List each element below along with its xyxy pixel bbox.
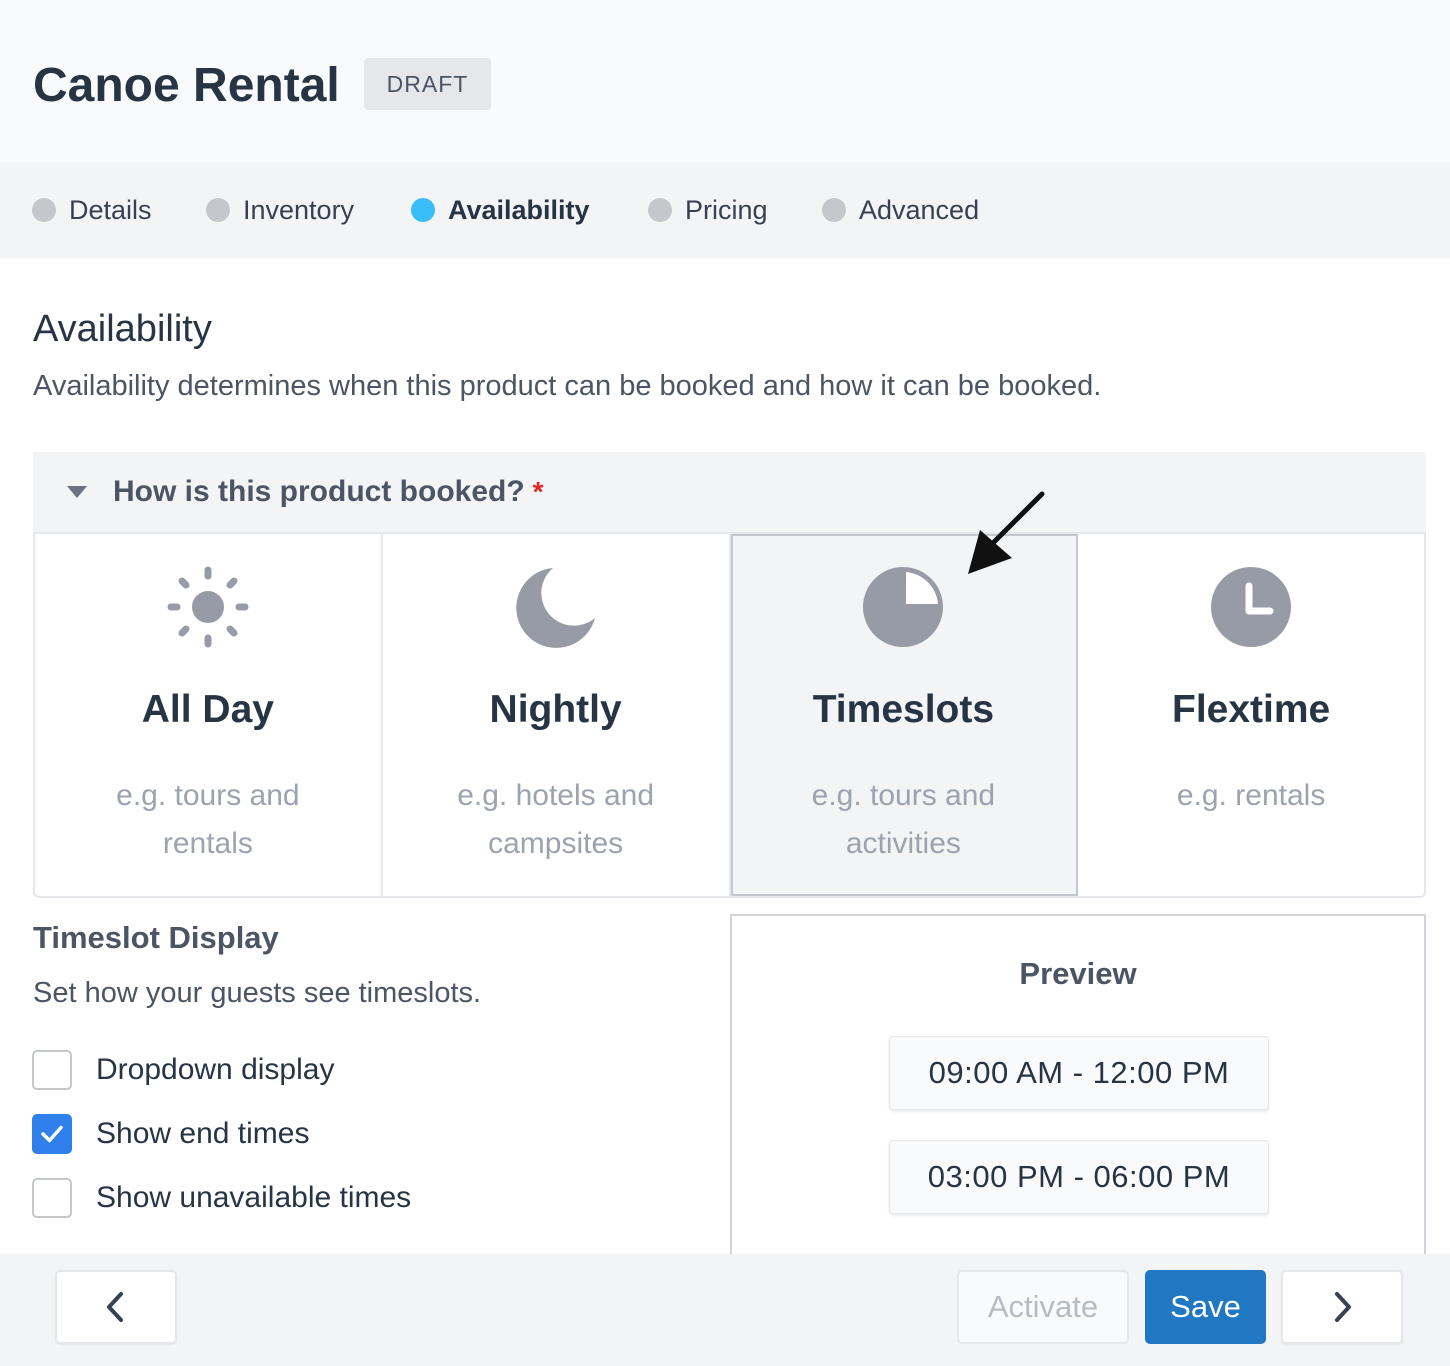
step-label: Pricing [685, 194, 768, 225]
step-label: Details [69, 194, 152, 225]
timeslot-display-title: Timeslot Display [33, 920, 279, 955]
step-details[interactable]: Details [32, 162, 152, 258]
option-title: Flextime [1172, 688, 1331, 731]
step-dot-icon [32, 198, 56, 222]
pointer-arrow-icon [968, 491, 1045, 574]
option-nightly[interactable]: Nightly e.g. hotels and campsites [383, 534, 731, 896]
status-badge: DRAFT [364, 58, 491, 110]
step-dot-icon [822, 198, 846, 222]
save-button[interactable]: Save [1145, 1270, 1266, 1344]
booking-type-options: All Day e.g. tours and rentals Nightly e… [33, 532, 1426, 898]
dropdown-display-option[interactable]: Dropdown display [32, 1050, 334, 1090]
preview-timeslot[interactable]: 03:00 PM - 06:00 PM [889, 1140, 1269, 1214]
preview-panel: Preview 09:00 AM - 12:00 PM 03:00 PM - 0… [730, 914, 1426, 1254]
section-title: Availability [33, 308, 212, 350]
page-title: Canoe Rental [33, 59, 340, 112]
next-button[interactable] [1281, 1270, 1403, 1344]
step-label: Advanced [859, 194, 980, 225]
option-subtitle: e.g. hotels and campsites [457, 779, 655, 860]
option-timeslots[interactable]: Timeslots e.g. tours and activities [730, 534, 1079, 896]
step-pricing[interactable]: Pricing [648, 162, 768, 258]
show-unavailable-times-checkbox[interactable] [32, 1178, 72, 1218]
question-label: How is this product booked? [113, 475, 525, 508]
pie-clock-icon [863, 567, 944, 647]
activate-button[interactable]: Activate [957, 1270, 1129, 1344]
option-title: Nightly [489, 688, 622, 731]
step-dot-icon [648, 198, 672, 222]
option-subtitle: e.g. tours and activities [811, 779, 996, 860]
chevron-right-icon [1335, 1292, 1351, 1322]
option-subtitle: e.g. tours and rentals [116, 779, 300, 860]
clock-icon [1211, 567, 1292, 647]
option-all-day[interactable]: All Day e.g. tours and rentals [35, 534, 383, 896]
checkbox-label: Show end times [96, 1117, 310, 1150]
checkmark-icon [41, 1125, 63, 1143]
required-marker: * [532, 476, 544, 507]
preview-timeslot[interactable]: 09:00 AM - 12:00 PM [889, 1036, 1269, 1110]
step-navigation: Details Inventory Availability Pricing A… [0, 162, 1450, 258]
timeslot-display-description: Set how your guests see timeslots. [33, 977, 482, 1009]
moon-icon [515, 568, 595, 648]
footer-bar: Activate Save [0, 1254, 1450, 1366]
option-title: All Day [141, 688, 274, 731]
sun-icon [167, 566, 249, 648]
step-advanced[interactable]: Advanced [822, 162, 979, 258]
show-end-times-option[interactable]: Show end times [32, 1114, 309, 1154]
section-description: Availability determines when this produc… [33, 370, 1102, 402]
show-unavailable-times-option[interactable]: Show unavailable times [32, 1178, 411, 1218]
preview-title: Preview [1019, 956, 1137, 991]
chevron-left-icon [107, 1292, 123, 1322]
option-title: Timeslots [812, 688, 995, 731]
show-end-times-checkbox[interactable] [32, 1114, 72, 1154]
step-dot-icon [206, 198, 230, 222]
option-flextime[interactable]: Flextime e.g. rentals [1078, 534, 1424, 896]
page-header: Canoe Rental DRAFT [0, 0, 1450, 162]
option-subtitle: e.g. rentals [1176, 779, 1326, 812]
dropdown-display-checkbox[interactable] [32, 1050, 72, 1090]
checkbox-label: Dropdown display [96, 1053, 335, 1086]
caret-down-icon [67, 486, 87, 498]
checkbox-label: Show unavailable times [96, 1181, 412, 1214]
booking-question-toggle[interactable]: How is this product booked? * [33, 452, 1426, 532]
previous-button[interactable] [55, 1270, 177, 1344]
step-dot-icon [411, 198, 435, 222]
step-label: Availability [448, 194, 590, 225]
step-availability[interactable]: Availability [411, 162, 590, 258]
step-label: Inventory [243, 194, 355, 225]
step-inventory[interactable]: Inventory [206, 162, 354, 258]
